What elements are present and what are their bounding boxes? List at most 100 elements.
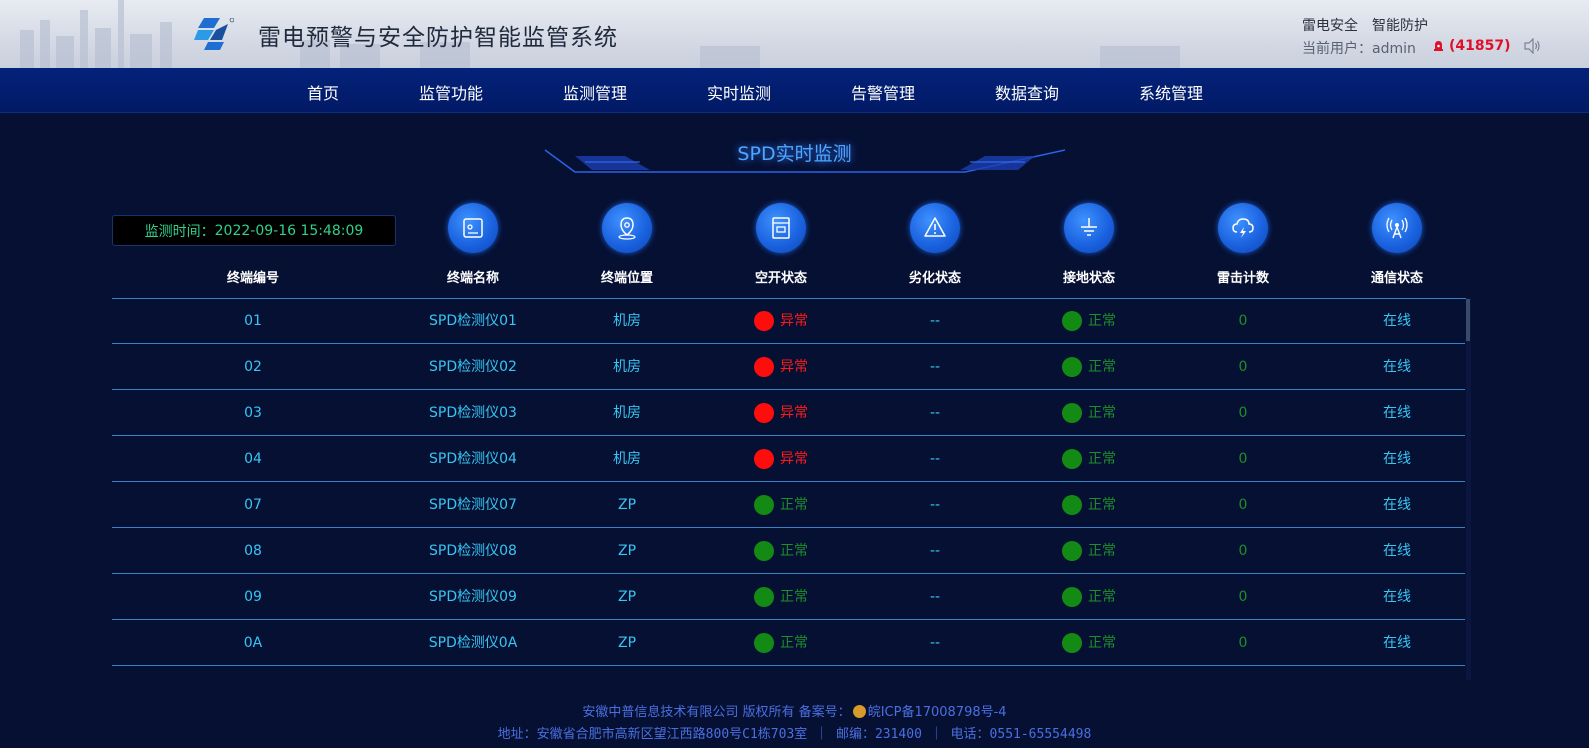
status-normal-dot bbox=[1062, 541, 1082, 561]
status-text: 异常 bbox=[780, 313, 808, 329]
cell-terminal-location: 机房 bbox=[613, 451, 641, 467]
cell-strike-count: 0 bbox=[1238, 589, 1248, 605]
cell-degradation-status: -- bbox=[929, 497, 941, 513]
warning-triangle-icon bbox=[910, 203, 960, 253]
cell-terminal-location: 机房 bbox=[613, 313, 641, 329]
cell-comm-status: 在线 bbox=[1383, 635, 1411, 651]
status-text: 正常 bbox=[780, 543, 808, 559]
col-header-breaker: 空开状态 bbox=[754, 271, 808, 286]
cell-grounding-status: 正常 bbox=[1062, 344, 1116, 390]
status-abnormal-dot bbox=[754, 357, 774, 377]
company-logo bbox=[194, 18, 234, 50]
cell-breaker-status: 异常 bbox=[754, 436, 808, 482]
table-row[interactable]: 03 SPD检测仪03 机房 异常 -- 正常 0 在线 bbox=[112, 390, 1465, 436]
monitor-time: 监测时间： 2022-09-16 15:48:09 bbox=[112, 215, 396, 246]
cell-breaker-status: 异常 bbox=[754, 298, 808, 344]
alarm-counter[interactable]: (41857) bbox=[1433, 38, 1511, 54]
cell-strike-count: 0 bbox=[1238, 497, 1248, 513]
status-text: 正常 bbox=[1088, 451, 1116, 467]
cell-terminal-id: 01 bbox=[244, 313, 262, 329]
status-normal-dot bbox=[1062, 449, 1082, 469]
col-header-grounding: 接地状态 bbox=[1062, 271, 1116, 286]
cell-breaker-status: 正常 bbox=[754, 574, 808, 620]
cell-terminal-name: SPD检测仪07 bbox=[429, 497, 517, 513]
cell-strike-count: 0 bbox=[1238, 313, 1248, 329]
spd-table: 01 SPD检测仪01 机房 异常 -- 正常 0 在线 02 SPD检测仪02 机房 异常 -- 正常 0… bbox=[112, 298, 1469, 680]
cell-terminal-id: 09 bbox=[244, 589, 262, 605]
lightning-cloud-icon bbox=[1218, 203, 1268, 253]
slogan-part-1: 雷电安全 bbox=[1302, 18, 1358, 34]
table-row[interactable]: 01 SPD检测仪01 机房 异常 -- 正常 0 在线 bbox=[112, 298, 1465, 344]
col-header-comm: 通信状态 bbox=[1370, 271, 1424, 286]
cell-terminal-name: SPD检测仪02 bbox=[429, 359, 517, 375]
app-header: 雷电预警与安全防护智能监管系统 雷电安全 智能防护 当前用户：admin (418… bbox=[0, 0, 1589, 68]
status-normal-dot bbox=[1062, 357, 1082, 377]
cell-degradation-status: -- bbox=[929, 359, 941, 375]
cell-terminal-name: SPD检测仪01 bbox=[429, 313, 517, 329]
col-header-location: 终端位置 bbox=[600, 271, 654, 286]
speaker-icon[interactable] bbox=[1523, 38, 1541, 54]
table-scrollbar[interactable] bbox=[1466, 298, 1471, 680]
table-row[interactable]: 08 SPD检测仪08 ZP 正常 -- 正常 0 在线 bbox=[112, 528, 1465, 574]
cell-degradation-status: -- bbox=[929, 313, 941, 329]
cell-degradation-status: -- bbox=[929, 451, 941, 467]
cell-comm-status: 在线 bbox=[1383, 405, 1411, 421]
status-normal-dot bbox=[1062, 633, 1082, 653]
status-abnormal-dot bbox=[754, 403, 774, 423]
app-title: 雷电预警与安全防护智能监管系统 bbox=[258, 25, 618, 51]
cell-terminal-location: ZP bbox=[617, 497, 637, 513]
cell-grounding-status: 正常 bbox=[1062, 528, 1116, 574]
cell-terminal-name: SPD检测仪09 bbox=[429, 589, 517, 605]
table-scroll-thumb[interactable] bbox=[1466, 299, 1470, 341]
nav-data-query[interactable]: 数据查询 bbox=[995, 80, 1059, 104]
nav-realtime-monitoring[interactable]: 实时监测 bbox=[707, 80, 771, 104]
status-normal-dot bbox=[1062, 311, 1082, 331]
nav-alarm-management[interactable]: 告警管理 bbox=[851, 80, 915, 104]
cell-strike-count: 0 bbox=[1238, 451, 1248, 467]
table-row[interactable]: 07 SPD检测仪07 ZP 正常 -- 正常 0 在线 bbox=[112, 482, 1465, 528]
main-nav: 首页 监管功能 监测管理 实时监测 告警管理 数据查询 系统管理 bbox=[0, 68, 1589, 113]
cell-comm-status: 在线 bbox=[1383, 497, 1411, 513]
cell-terminal-id: 02 bbox=[244, 359, 262, 375]
status-text: 正常 bbox=[780, 589, 808, 605]
cell-comm-status: 在线 bbox=[1383, 589, 1411, 605]
cell-grounding-status: 正常 bbox=[1062, 390, 1116, 436]
footer-copyright-text: 安徽中普信息技术有限公司 版权所有 备案号： bbox=[582, 705, 851, 720]
status-normal-dot bbox=[1062, 587, 1082, 607]
cell-terminal-id: 07 bbox=[244, 497, 262, 513]
cell-strike-count: 0 bbox=[1238, 543, 1248, 559]
cell-terminal-name: SPD检测仪0A bbox=[428, 635, 518, 651]
police-badge-icon bbox=[852, 705, 866, 718]
cell-comm-status: 在线 bbox=[1383, 359, 1411, 375]
cell-strike-count: 0 bbox=[1238, 405, 1248, 421]
location-pin-icon bbox=[602, 203, 652, 253]
current-user-label: 当前用户： bbox=[1302, 41, 1372, 57]
nav-monitoring-management[interactable]: 监测管理 bbox=[563, 80, 627, 104]
ground-icon bbox=[1064, 203, 1114, 253]
cell-breaker-status: 正常 bbox=[754, 482, 808, 528]
section-title: SPD实时监测 bbox=[737, 143, 852, 165]
footer-copyright: 安徽中普信息技术有限公司 版权所有 备案号： 皖ICP备17008798号-4 bbox=[0, 701, 1589, 720]
nav-supervision[interactable]: 监管功能 bbox=[419, 80, 483, 104]
table-row[interactable]: 09 SPD检测仪09 ZP 正常 -- 正常 0 在线 bbox=[112, 574, 1465, 620]
nav-home[interactable]: 首页 bbox=[307, 80, 339, 104]
col-header-degradation: 劣化状态 bbox=[908, 271, 962, 286]
cell-breaker-status: 异常 bbox=[754, 390, 808, 436]
table-row[interactable]: 04 SPD检测仪04 机房 异常 -- 正常 0 在线 bbox=[112, 436, 1465, 482]
nav-system-management[interactable]: 系统管理 bbox=[1139, 80, 1203, 104]
alarm-bell-icon bbox=[1434, 41, 1443, 51]
footer-icp-link[interactable]: 皖ICP备17008798号-4 bbox=[868, 705, 1007, 720]
status-text: 正常 bbox=[1088, 497, 1116, 513]
cell-breaker-status: 异常 bbox=[754, 344, 808, 390]
status-text: 正常 bbox=[1088, 635, 1116, 651]
status-normal-dot bbox=[754, 587, 774, 607]
cell-strike-count: 0 bbox=[1238, 635, 1248, 651]
slogan: 雷电安全 智能防护 bbox=[1302, 15, 1428, 35]
cell-terminal-location: ZP bbox=[617, 543, 637, 559]
table-row[interactable]: 0A SPD检测仪0A ZP 正常 -- 正常 0 在线 bbox=[112, 620, 1465, 666]
status-text: 正常 bbox=[1088, 543, 1116, 559]
col-header-name: 终端名称 bbox=[446, 271, 500, 286]
table-row[interactable]: 02 SPD检测仪02 机房 异常 -- 正常 0 在线 bbox=[112, 344, 1465, 390]
status-normal-dot bbox=[1062, 495, 1082, 515]
col-header-id: 终端编号 bbox=[226, 271, 280, 286]
